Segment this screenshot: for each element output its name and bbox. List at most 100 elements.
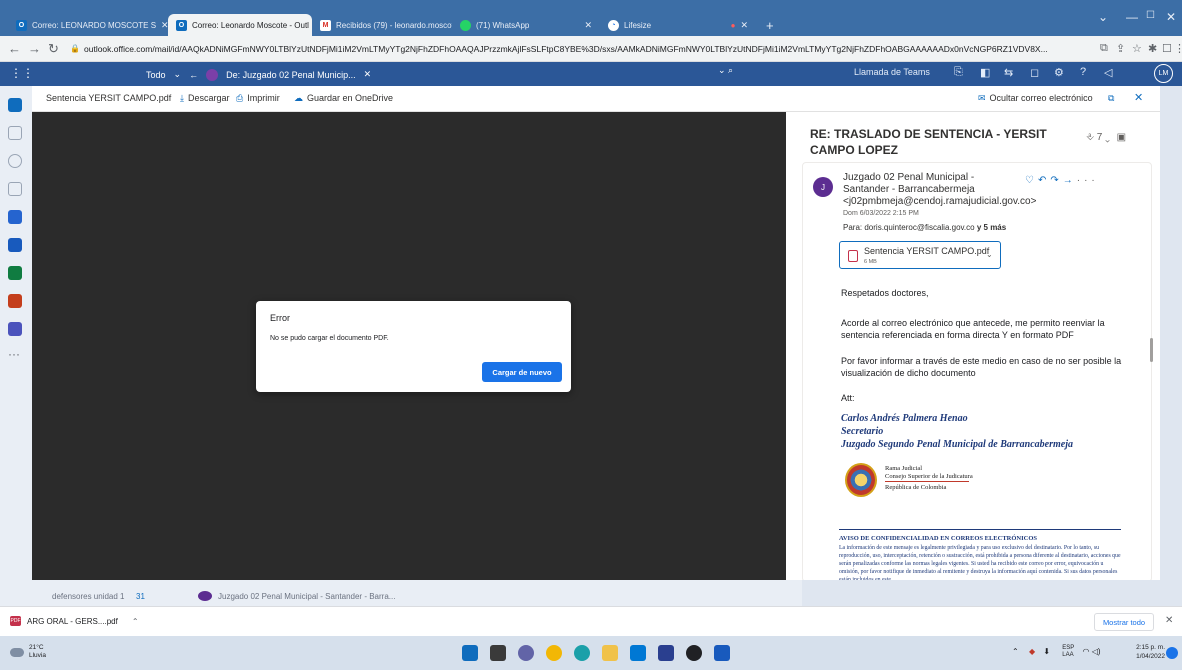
forward-icon[interactable]: → <box>28 41 41 56</box>
recipients[interactable]: Para: doris.quinteroc@fiscalia.gov.co y … <box>843 223 1006 232</box>
more-icon[interactable]: ··· <box>1077 175 1099 186</box>
menu-kebab-icon[interactable]: ⋮ <box>1174 42 1182 55</box>
close-icon[interactable]: ✕ <box>740 20 748 31</box>
chrome-icon[interactable] <box>546 645 562 661</box>
new-tab-button[interactable]: + <box>758 14 778 36</box>
teams-app-icon[interactable] <box>8 322 22 336</box>
store-icon[interactable] <box>630 645 646 661</box>
excel-app-icon[interactable] <box>8 266 22 280</box>
reload-icon[interactable]: ↻ <box>48 41 59 57</box>
gear-icon[interactable]: ⚙ <box>1054 66 1064 79</box>
minimize-icon[interactable]: — <box>1126 10 1138 24</box>
filter-dropdown[interactable]: Todo <box>146 70 166 80</box>
edge-icon[interactable] <box>574 645 590 661</box>
tab-gmail[interactable]: M Recibidos (79) - leonardo.moscot ✕ <box>312 14 452 36</box>
megaphone-icon[interactable]: ◁ <box>1104 66 1112 79</box>
language-indicator[interactable]: ESP LAA <box>1062 645 1074 659</box>
attachment-card[interactable]: Sentencia YERSIT CAMPO.pdf 6 MB ⌄ <box>839 241 1001 269</box>
lock-icon[interactable]: 🔒 <box>70 44 80 53</box>
todo-icon[interactable] <box>8 210 22 224</box>
app-icon[interactable] <box>658 645 674 661</box>
chevron-down-icon[interactable]: ⌄ <box>1098 10 1108 24</box>
close-icon[interactable]: ✕ <box>364 69 372 80</box>
chevron-down-icon[interactable]: ⌄ <box>1105 132 1110 143</box>
tab-outlook-2[interactable]: O Correo: Leonardo Moscote - Outl ✕ <box>168 14 312 36</box>
reload-button[interactable]: Cargar de nuevo <box>482 362 562 382</box>
recipient-email: doris.quinteroc@fiscalia.gov.co <box>864 223 975 232</box>
save-onedrive-label: Guardar en OneDrive <box>307 93 394 103</box>
weather-widget[interactable]: 21°C Lluvia <box>10 644 46 660</box>
powerpoint-app-icon[interactable] <box>8 294 22 308</box>
open-item-tab[interactable]: De: Juzgado 02 Penal Municip... <box>226 70 356 80</box>
print-button[interactable]: ⎙ Imprimir <box>236 93 280 104</box>
logo-line: Consejo Superior de la Judicatura <box>885 473 973 480</box>
chevron-up-icon[interactable]: ⌃ <box>1012 647 1019 656</box>
back-icon[interactable]: ← <box>8 41 21 56</box>
chevron-up-icon[interactable]: ⌃ <box>132 617 139 626</box>
maximize-icon[interactable]: ☐ <box>1146 10 1155 21</box>
tray-app-icon[interactable]: ◆ <box>1029 647 1035 656</box>
task-view-icon[interactable] <box>490 645 506 661</box>
sender-avatar[interactable]: J <box>813 177 833 197</box>
close-icon[interactable]: ✕ <box>584 20 592 31</box>
like-icon[interactable]: ♡ <box>1025 175 1038 186</box>
people-icon[interactable] <box>8 154 22 168</box>
app-launcher-icon[interactable]: ⋮⋮ <box>10 66 34 80</box>
close-icon[interactable]: ✕ <box>161 20 168 31</box>
show-all-button[interactable]: Mostrar todo <box>1094 613 1154 631</box>
reply-all-icon[interactable]: ↷ <box>1050 175 1062 186</box>
extensions-icon[interactable]: ✱ <box>1148 42 1157 55</box>
recipients-more[interactable]: y 5 más <box>977 223 1006 232</box>
reply-icon[interactable]: ↶ <box>1038 175 1050 186</box>
mail-icon[interactable] <box>8 98 22 112</box>
bookmark-star-icon[interactable]: ☆ <box>1132 42 1142 55</box>
immersive-reader-icon[interactable]: ▣ <box>1117 132 1126 143</box>
chevron-down-icon[interactable]: ⌄ <box>986 250 993 259</box>
word-icon[interactable]: ◧ <box>980 66 990 79</box>
app-icon[interactable] <box>686 645 702 661</box>
forward-icon[interactable]: → <box>1063 175 1077 186</box>
back-icon[interactable]: ← <box>189 70 198 80</box>
tab-lifesize[interactable]: ◔ Lifesize ● ✕ <box>600 14 756 36</box>
address-bar[interactable]: outlook.office.com/mail/id/AAQkADNiMGFmN… <box>84 40 1094 58</box>
install-icon[interactable]: ⧉ <box>1100 42 1108 55</box>
search-icon[interactable]: ⌄ ⌕ <box>718 65 746 82</box>
bell-icon[interactable]: ◻ <box>1030 66 1039 79</box>
clock[interactable]: 2:15 p. m. 1/04/2022 <box>1125 643 1165 661</box>
popout-icon[interactable]: ⧉ <box>1108 93 1114 104</box>
close-icon[interactable]: ✕ <box>1165 615 1173 626</box>
hide-email-button[interactable]: ✉ Ocultar correo electrónico <box>978 93 1093 104</box>
profile-icon[interactable]: ☐ <box>1162 42 1172 55</box>
calendar-icon[interactable] <box>8 126 22 140</box>
notification-icon[interactable] <box>1166 647 1178 659</box>
download-item[interactable]: PDF ARG ORAL - GERS....pdf ⌃ <box>10 616 139 626</box>
tray-app-icon[interactable]: ⬇ <box>1043 647 1050 656</box>
close-icon[interactable]: ✕ <box>1134 91 1143 104</box>
user-avatar[interactable]: LM <box>1154 64 1173 83</box>
share-icon[interactable]: ⇪ <box>1116 42 1125 55</box>
browser-toolbar: ← → ↻ 🔒 outlook.office.com/mail/id/AAQkA… <box>0 36 1182 62</box>
volume-icon[interactable]: ◁) <box>1092 647 1101 656</box>
scrollbar[interactable] <box>1150 338 1153 362</box>
file-explorer-icon[interactable] <box>602 645 618 661</box>
teams-chat-icon[interactable] <box>518 645 534 661</box>
wifi-icon[interactable]: ◠ <box>1083 647 1090 656</box>
share-icon[interactable]: ⇆ <box>1004 66 1013 79</box>
tab-outlook-1[interactable]: O Correo: LEONARDO MOSCOTE S ✕ <box>8 14 168 36</box>
windows-start-icon[interactable] <box>462 645 478 661</box>
word-app-icon[interactable] <box>714 645 730 661</box>
thread-count[interactable]: 7 <box>1097 132 1103 143</box>
download-button[interactable]: ⤓ Descargar <box>180 93 230 104</box>
list-item[interactable]: Juzgado 02 Penal Municipal - Santander -… <box>218 592 395 601</box>
chat-icon[interactable]: ⎘ <box>954 66 963 79</box>
tab-whatsapp[interactable]: (71) WhatsApp ✕ <box>452 14 600 36</box>
list-item[interactable]: defensores unidad 1 <box>52 592 125 601</box>
save-onedrive-button[interactable]: ☁ Guardar en OneDrive <box>294 93 393 104</box>
close-window-icon[interactable]: ✕ <box>1166 10 1176 24</box>
attachment-icon[interactable] <box>8 182 22 196</box>
word-app-icon[interactable] <box>8 238 22 252</box>
teams-call-button[interactable]: Llamada de Teams <box>854 67 930 77</box>
more-apps-icon[interactable]: ··· <box>8 348 22 364</box>
help-icon[interactable]: ? <box>1080 66 1086 78</box>
sender-name[interactable]: Juzgado 02 Penal Municipal - Santander -… <box>843 172 1023 196</box>
